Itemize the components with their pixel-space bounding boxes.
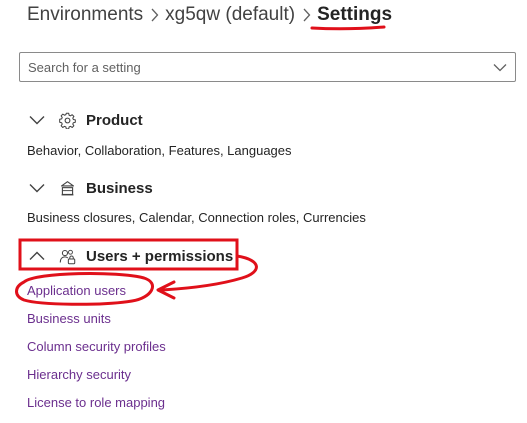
gear-icon — [58, 111, 76, 129]
link-license-to-role-mapping[interactable]: License to role mapping — [27, 395, 165, 410]
chevron-right-icon — [295, 8, 317, 22]
breadcrumb: Environments xg5qw (default) Settings — [27, 2, 392, 28]
breadcrumb-environments[interactable]: Environments — [27, 4, 143, 26]
link-hierarchy-security[interactable]: Hierarchy security — [27, 367, 131, 382]
chevron-down-icon[interactable] — [27, 178, 47, 198]
search-placeholder: Search for a setting — [28, 59, 141, 75]
search-input[interactable]: Search for a setting — [19, 52, 516, 82]
section-header-product[interactable]: Product — [27, 108, 143, 132]
section-description-product: Behavior, Collaboration, Features, Langu… — [27, 143, 292, 158]
section-title-product: Product — [86, 111, 143, 129]
chevron-right-icon — [143, 8, 165, 22]
section-description-business: Business closures, Calendar, Connection … — [27, 210, 366, 225]
chevron-up-icon[interactable] — [27, 246, 47, 266]
building-icon — [58, 179, 76, 197]
link-column-security-profiles[interactable]: Column security profiles — [27, 339, 166, 354]
section-title-users-permissions: Users + permissions — [86, 247, 234, 265]
chevron-down-icon[interactable] — [485, 53, 515, 81]
annotation-arrowhead — [156, 280, 176, 300]
section-header-business[interactable]: Business — [27, 176, 153, 200]
chevron-down-icon[interactable] — [27, 110, 47, 130]
breadcrumb-environment[interactable]: xg5qw (default) — [165, 4, 295, 26]
people-lock-icon — [58, 247, 76, 265]
section-header-users-permissions[interactable]: Users + permissions — [27, 244, 233, 268]
link-application-users[interactable]: Application users — [27, 283, 126, 298]
breadcrumb-settings: Settings — [317, 4, 393, 25]
section-title-business: Business — [86, 179, 153, 197]
link-business-units[interactable]: Business units — [27, 311, 111, 326]
